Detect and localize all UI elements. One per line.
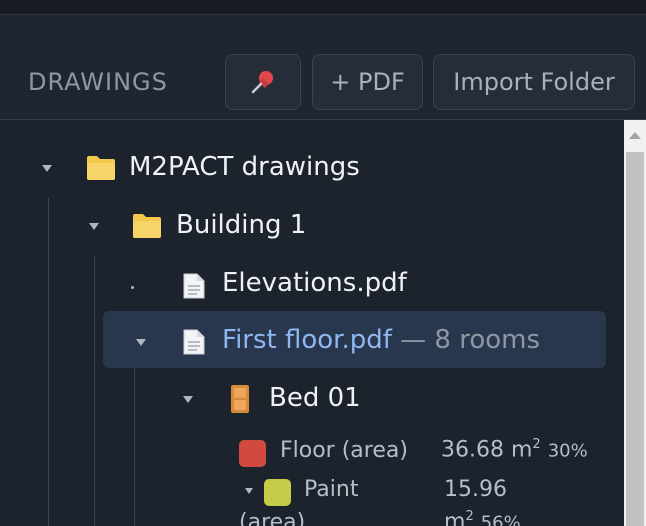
building-label: Building 1 [176, 210, 307, 240]
file-label-first-floor: First floor.pdf — 8 rooms [222, 325, 540, 355]
vertical-scrollbar[interactable] [624, 120, 646, 526]
tree-guide-line [48, 198, 49, 526]
layer-value-paint: 15.96 [444, 477, 507, 502]
folder-icon [133, 214, 161, 238]
caret-down-icon[interactable] [245, 488, 253, 494]
area-unit: m [444, 509, 466, 526]
caret-down-icon[interactable] [183, 396, 193, 403]
layer-label-floor: Floor (area) [280, 438, 408, 463]
area-percent: 56% [480, 512, 521, 526]
caret-down-icon[interactable] [89, 223, 99, 230]
scroll-up-arrow-icon[interactable] [629, 132, 641, 139]
area-exponent: 2 [465, 509, 474, 524]
import-folder-button[interactable]: Import Folder [433, 54, 635, 110]
folder-icon [87, 156, 115, 180]
pushpin-icon [251, 71, 273, 94]
drawings-tree: M2PACT drawings Building 1 Elevations.pd… [0, 120, 624, 526]
layer-value-floor: 36.68 m2 30% [441, 437, 588, 462]
room-count: — 8 rooms [400, 325, 541, 355]
tree-guide-line [94, 255, 95, 526]
document-icon [183, 329, 205, 355]
leaf-dot-icon [131, 286, 134, 289]
area-value: 36.68 m [441, 437, 533, 463]
pin-button[interactable] [225, 54, 301, 110]
project-label: M2PACT drawings [129, 152, 360, 182]
layer-label-paint-cont: (area) [239, 510, 306, 526]
room-label: Bed 01 [269, 383, 361, 413]
layer-label-paint: Paint [304, 477, 359, 502]
file-label-elevations: Elevations.pdf [222, 268, 407, 298]
layer-value-paint-cont: m2 56% [444, 509, 521, 526]
drawings-header: DRAWINGS + PDF Import Folder [0, 15, 646, 120]
file-name: First floor.pdf [222, 325, 392, 355]
layer-color-swatch[interactable] [264, 479, 291, 506]
document-icon [183, 273, 205, 299]
add-pdf-button[interactable]: + PDF [312, 54, 423, 110]
caret-down-icon[interactable] [136, 339, 146, 346]
panel-title: DRAWINGS [28, 68, 168, 96]
room-door-icon [231, 385, 249, 413]
area-percent: 30% [547, 440, 588, 462]
tree-guide-line [134, 365, 135, 526]
caret-down-icon[interactable] [42, 165, 52, 172]
layer-color-swatch[interactable] [239, 440, 266, 467]
area-exponent: 2 [532, 437, 541, 452]
window-top-strip [0, 0, 646, 15]
scrollbar-thumb[interactable] [626, 152, 644, 526]
